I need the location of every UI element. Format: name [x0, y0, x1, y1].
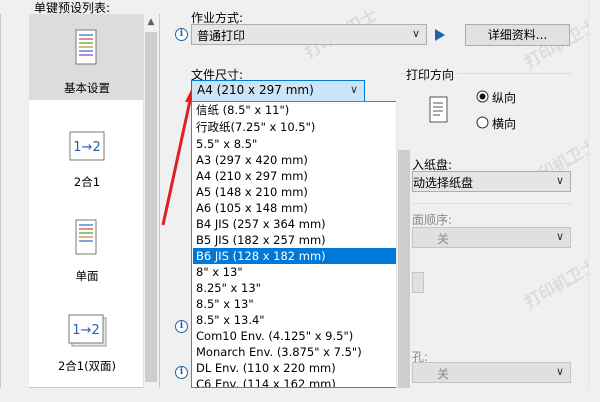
paper-size-option[interactable]: 信纸 (8.5" x 11")	[193, 102, 396, 118]
page-order-value: 关	[437, 232, 450, 246]
preset-list-margin	[1, 14, 29, 402]
two-in-one-duplex-icon: 1→2	[68, 314, 107, 347]
preset-item-label: 2合1	[73, 175, 101, 189]
two-in-one-icon: 1→2	[69, 131, 105, 161]
radio-portrait[interactable]	[476, 90, 489, 103]
paper-size-option[interactable]: B5 JIS (182 x 257 mm)	[193, 232, 396, 248]
paper-size-select[interactable]: A4 (210 x 297 mm) ∨	[191, 80, 365, 102]
hole-punch-value: 关	[437, 367, 450, 381]
page-order-select: 关 ∨	[412, 227, 571, 248]
paper-size-option[interactable]: 8" x 13"	[193, 264, 396, 280]
chevron-down-icon: ∨	[555, 174, 564, 187]
orientation-label: 打印方向	[406, 66, 458, 83]
info-icon[interactable]: i	[175, 366, 188, 379]
paper-size-option[interactable]: 8.5" x 13"	[193, 296, 396, 312]
window-right-edge	[588, 0, 600, 388]
chevron-down-icon: ∨	[555, 365, 564, 378]
paper-source-select[interactable]: 动选择纸盘 ∨	[412, 171, 571, 192]
paper-size-option[interactable]: C6 Env. (114 x 162 mm)	[193, 376, 396, 387]
play-arrow-icon[interactable]	[434, 29, 446, 41]
paper-size-option[interactable]: 8.25" x 13"	[193, 280, 396, 296]
job-type-select[interactable]: 普通打印 ∨	[191, 24, 427, 45]
preset-list[interactable]: 基本设置 1→2 2合1 单面 1→2 2合1(双面)	[0, 14, 160, 402]
preset-item-single-sided[interactable]: 单面	[29, 218, 145, 290]
single-sided-icon	[75, 219, 97, 255]
paper-source-value: 动选择纸盘	[413, 176, 474, 190]
radio-landscape[interactable]	[476, 116, 489, 129]
paper-size-dropdown-list[interactable]: 信纸 (8.5" x 11") 行政纸(7.25" x 10.5") 5.5" …	[191, 101, 412, 388]
svg-text:1→2: 1→2	[73, 140, 100, 155]
orientation-option-landscape[interactable]: 横向	[492, 115, 516, 132]
chevron-down-icon: ∨	[411, 27, 420, 40]
paper-size-option[interactable]: A3 (297 x 420 mm)	[193, 152, 396, 168]
paper-size-option[interactable]: 5.5" x 8.5"	[193, 136, 396, 152]
svg-text:1→2: 1→2	[72, 323, 99, 338]
chevron-down-icon: ∨	[349, 83, 358, 96]
paper-size-option[interactable]: A4 (210 x 297 mm)	[193, 168, 396, 184]
paper-size-option[interactable]: B4 JIS (257 x 364 mm)	[193, 216, 396, 232]
document-icon	[75, 29, 97, 65]
paper-size-option[interactable]: 8.5" x 13.4"	[193, 312, 396, 328]
paper-size-option[interactable]: A5 (148 x 210 mm)	[193, 184, 396, 200]
paper-size-option[interactable]: Com10 Env. (4.125" x 9.5")	[193, 328, 396, 344]
paper-size-option-highlighted[interactable]: B6 JIS (128 x 182 mm)	[193, 248, 396, 264]
page-order-label: 面顺序:	[412, 213, 453, 227]
section-divider	[412, 203, 572, 204]
preset-item-basic[interactable]: 基本设置	[29, 14, 145, 100]
preset-item-label: 单面	[75, 269, 99, 283]
disabled-select	[412, 272, 424, 293]
job-type-value: 普通打印	[197, 29, 246, 43]
paper-size-option[interactable]: Monarch Env. (3.875" x 7.5")	[193, 344, 396, 360]
paper-size-option[interactable]: A6 (105 x 148 mm)	[193, 200, 396, 216]
info-icon[interactable]: i	[175, 28, 188, 41]
scroll-up-arrow-icon[interactable]: ▲	[143, 14, 159, 30]
preset-item-2in1[interactable]: 1→2 2合1	[29, 130, 145, 200]
preset-item-label: 基本设置	[64, 81, 110, 95]
paper-size-option[interactable]: 行政纸(7.25" x 10.5")	[193, 119, 396, 135]
portrait-page-icon	[429, 96, 448, 123]
paper-size-value: A4 (210 x 297 mm)	[197, 83, 314, 97]
preset-item-label: 2合1(双面)	[57, 359, 117, 373]
orientation-option-portrait[interactable]: 纵向	[492, 89, 516, 106]
info-icon[interactable]: i	[175, 320, 188, 333]
preset-item-2in1-duplex[interactable]: 1→2 2合1(双面)	[29, 314, 145, 386]
details-button[interactable]: 详细资料...	[465, 24, 570, 46]
chevron-down-icon: ∨	[555, 230, 564, 243]
paper-size-list-scroll-thumb[interactable]	[398, 150, 410, 388]
paper-size-option[interactable]: DL Env. (110 x 220 mm)	[193, 360, 396, 376]
hole-punch-select: 关 ∨	[412, 362, 571, 383]
